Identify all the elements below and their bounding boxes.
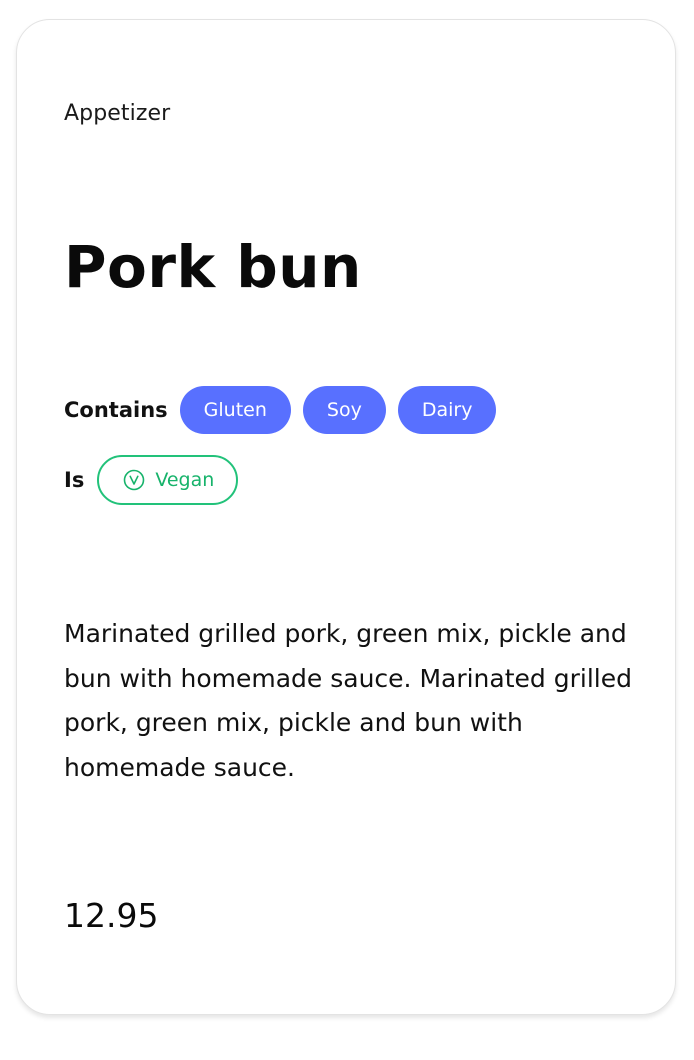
allergen-tag-soy: Soy bbox=[302, 386, 386, 434]
contains-label: Contains bbox=[64, 398, 168, 422]
diet-tag-vegan: Vegan bbox=[97, 455, 239, 505]
allergens-row: Contains Gluten Soy Dairy bbox=[64, 386, 508, 434]
diet-row: Is Vegan bbox=[64, 455, 239, 505]
diet-tag-label: Vegan bbox=[155, 469, 215, 491]
item-price: 12.95 bbox=[64, 896, 159, 935]
allergen-tag-gluten: Gluten bbox=[179, 386, 291, 434]
menu-item-card: Appetizer Pork bun Contains Gluten Soy D… bbox=[16, 19, 676, 1015]
item-description: Marinated grilled pork, green mix, pickl… bbox=[64, 619, 632, 783]
category-label: Appetizer bbox=[64, 101, 171, 126]
allergen-tag-dairy: Dairy bbox=[397, 386, 497, 434]
vegan-v-icon bbox=[123, 469, 145, 491]
item-title: Pork bun bbox=[64, 233, 362, 301]
is-label: Is bbox=[64, 468, 85, 492]
